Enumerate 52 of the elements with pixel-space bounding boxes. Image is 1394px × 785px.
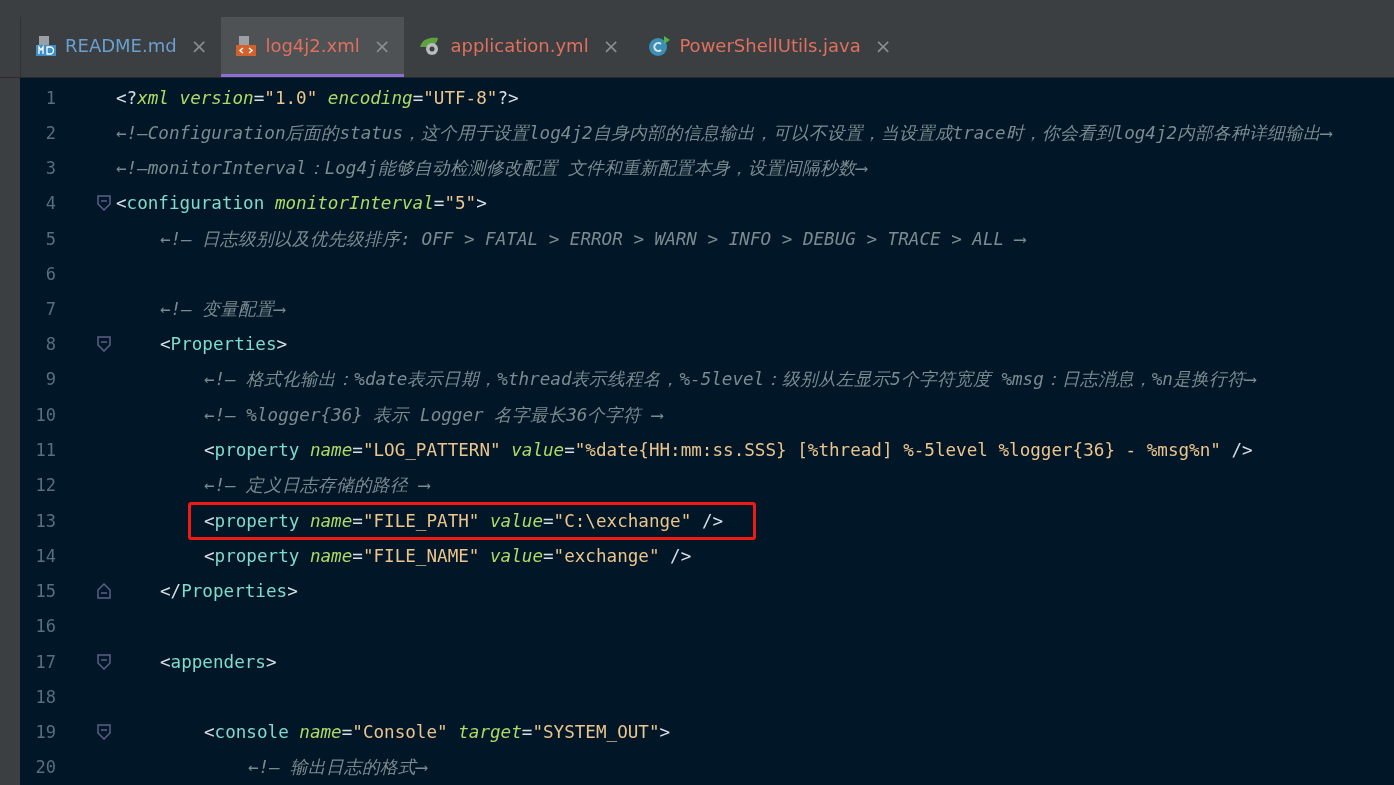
line-number: 15: [34, 581, 56, 602]
markdown-file-icon: [35, 34, 57, 57]
class-icon: [647, 34, 672, 57]
line-number: 20: [34, 757, 56, 778]
fold-marker-icon[interactable]: [97, 583, 111, 600]
close-icon[interactable]: ×: [602, 33, 620, 58]
line-number: 10: [34, 404, 56, 425]
line-number: 14: [34, 546, 56, 566]
line-number: 8: [44, 334, 56, 355]
file-tab[interactable]: README.md ×: [21, 17, 222, 77]
file-tab[interactable]: application.yml ×: [404, 17, 634, 77]
code-line: ←!— 格式化输出：%date表示日期，%thread表示线程名，%-5level：级别从左显示5个字符宽度 %msg：日志消息，%n是换行符⟶: [204, 368, 1256, 392]
code-line: <configuration monitorInterval="5">: [116, 193, 487, 214]
line-number: 4: [44, 193, 56, 214]
code-line: ←!— 输出日志的格式⟶: [248, 756, 427, 780]
fold-marker-icon[interactable]: [97, 336, 111, 353]
line-number: 6: [44, 263, 56, 284]
line-number: 2: [44, 122, 56, 143]
code-line: ←!— 定义日志存储的路径 ⟶: [204, 474, 430, 498]
close-icon[interactable]: ×: [373, 33, 391, 58]
line-number: 5: [44, 228, 56, 249]
code-line: ←!— 日志级别以及优先级排序: OFF > FATAL > ERROR > WARN > INFO > DEBUG > TRACE > ALL ⟶: [160, 227, 1026, 251]
code-line: <appenders>: [160, 651, 277, 672]
line-number: 1: [44, 87, 56, 108]
fold-marker-icon[interactable]: [97, 653, 111, 670]
line-number: 17: [34, 651, 56, 672]
code-line: <console name="Console" target="SYSTEM_OUT">: [204, 722, 671, 743]
line-number: 7: [44, 299, 56, 319]
xml-file-icon: [235, 34, 258, 57]
code-line: ←!—Configuration后面的status，这个用于设置log4j2自身内部的信息输出，可以不设置，当设置成trace时，你会看到log4j2内部各种详细输出⟶: [116, 121, 1332, 145]
close-icon[interactable]: ×: [874, 33, 892, 58]
line-number: 18: [34, 686, 56, 707]
code-line: <?xml version="1.0" encoding="UTF-8"?>: [116, 87, 519, 108]
code-line: <property name="FILE_NAME" value="exchange" />: [204, 546, 692, 566]
line-number: 11: [34, 439, 56, 460]
line-number: 19: [34, 722, 56, 743]
code-line: <Properties>: [160, 334, 288, 355]
code-line: ←!—monitorInterval：Log4j能够自动检测修改配置 文件和重新配置本身，设置间隔秒数⟶: [116, 157, 867, 181]
code-line: ←!— %logger{36} 表示 Logger 名字最长36个字符 ⟶: [204, 403, 663, 427]
close-icon[interactable]: ×: [190, 33, 208, 58]
fold-marker-icon[interactable]: [97, 195, 111, 212]
line-number: 3: [44, 158, 56, 179]
line-number: 13: [34, 510, 56, 531]
line-number: 12: [34, 475, 56, 496]
fold-marker-icon[interactable]: [97, 724, 111, 741]
line-number: 9: [44, 369, 56, 390]
file-tab[interactable]: PowerShellUtils.java ×: [633, 17, 906, 77]
line-number: 16: [34, 616, 56, 637]
code-line: <property name="LOG_PATTERN" value="%date{HH:mm:ss.SSS} [%thread] %-5level %logger{36} - %msg%n" />: [204, 439, 1253, 460]
code-line: ←!— 变量配置⟶: [160, 298, 285, 321]
code-line: </Properties>: [160, 581, 298, 602]
file-tab[interactable]: log4j2.xml ×: [221, 17, 405, 77]
